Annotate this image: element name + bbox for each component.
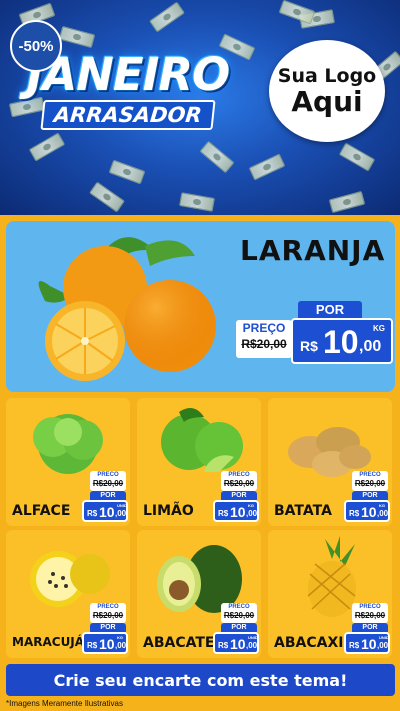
price-box: R$ 10,00 UNID — [213, 632, 259, 654]
logo-placeholder: Sua Logo Aqui — [269, 40, 385, 142]
header-banner: JANEIRO ARRASADOR Sua Logo Aqui — [0, 0, 400, 215]
preco-label: PRECO — [97, 472, 119, 478]
hero-preco-label: PREÇO — [242, 321, 286, 335]
price-int: 10 — [99, 636, 115, 652]
money-bill-decoration — [89, 181, 125, 213]
product-name: MARACUJÁ — [12, 635, 85, 649]
currency: R$ — [349, 509, 360, 518]
preco-label: PRECO — [228, 472, 250, 478]
hero-price-box: R$ 10 ,00 KG — [291, 318, 393, 364]
hero-por-label: POR — [298, 301, 362, 319]
hero-price-dec: ,00 — [359, 338, 382, 355]
money-bill-decoration — [278, 0, 316, 25]
price-box: R$ 10,00 KG — [213, 500, 259, 522]
price-dec: ,00 — [246, 641, 258, 650]
price-dec: ,00 — [377, 641, 389, 650]
old-price-box: PRECO R$20,00 — [221, 603, 257, 623]
disclaimer: *Imagens Meramente Ilustrativas — [6, 699, 123, 708]
money-bill-decoration — [248, 153, 286, 181]
old-price-box: PRECO R$20,00 — [90, 603, 126, 623]
currency: R$ — [87, 641, 98, 650]
unit: UNID — [248, 635, 258, 640]
product-card: LIMÃO PRECO R$20,00 POR R$ 10,00 KG — [137, 398, 261, 526]
hero-old-price-box: PREÇO R$20,00 — [236, 320, 292, 358]
money-bill-decoration — [28, 132, 66, 162]
product-name: ABACATE — [143, 635, 215, 651]
hero-price-int: 10 — [323, 324, 359, 360]
price-int: 10 — [230, 504, 246, 520]
money-bill-decoration — [58, 25, 96, 49]
price-box: R$ 10,00 UNID — [344, 632, 390, 654]
price-box: R$ 10,00 KG — [82, 632, 128, 654]
hero-product-name: LARANJA — [240, 234, 386, 267]
hero-currency: R$ — [300, 338, 318, 354]
product-name: ABACAXI — [274, 635, 344, 651]
orange-image — [38, 237, 216, 381]
product-card: ABACATE PRECO R$20,00 POR R$ 10,00 UNID — [137, 530, 261, 658]
preco-label: PRECO — [359, 604, 381, 610]
product-name: LIMÃO — [143, 503, 194, 519]
price-box: R$ 10,00 UNID — [82, 500, 128, 522]
preco-label: PRECO — [359, 472, 381, 478]
flyer: { "header": { "title_line1": "JANEIRO", … — [0, 0, 400, 711]
old-price: R$20,00 — [354, 611, 386, 620]
unit: KG — [248, 503, 254, 508]
old-price: R$20,00 — [92, 611, 124, 620]
hero-old-price: R$20,00 — [241, 337, 287, 351]
old-price-box: PRECO R$20,00 — [90, 471, 126, 491]
currency: R$ — [218, 641, 229, 650]
old-price: R$20,00 — [223, 611, 255, 620]
por-label: POR — [352, 491, 388, 500]
old-price: R$20,00 — [223, 479, 255, 488]
price-int: 10 — [361, 504, 377, 520]
product-card: MARACUJÁ PRECO R$20,00 POR R$ 10,00 KG — [6, 530, 130, 658]
currency: R$ — [87, 509, 98, 518]
price-box: R$ 10,00 KG — [344, 500, 390, 522]
discount-badge: -50% — [10, 20, 62, 72]
old-price: R$20,00 — [92, 479, 124, 488]
unit: UNID — [379, 635, 389, 640]
money-bill-decoration — [338, 142, 376, 172]
money-bill-decoration — [328, 190, 366, 214]
price-int: 10 — [230, 636, 246, 652]
preco-label: PRECO — [228, 604, 250, 610]
money-bill-decoration — [179, 192, 215, 212]
product-card: BATATA PRECO R$20,00 POR R$ 10,00 KG — [268, 398, 392, 526]
price-dec: ,00 — [377, 509, 389, 518]
money-bill-decoration — [199, 140, 235, 174]
old-price: R$20,00 — [354, 479, 386, 488]
price-int: 10 — [99, 504, 115, 520]
old-price-box: PRECO R$20,00 — [221, 471, 257, 491]
unit: UNID — [117, 503, 127, 508]
currency: R$ — [218, 509, 229, 518]
preco-label: PRECO — [97, 604, 119, 610]
product-name: ALFACE — [12, 503, 71, 519]
currency: R$ — [349, 641, 360, 650]
title-line2: ARRASADOR — [40, 100, 216, 130]
price-dec: ,00 — [115, 641, 127, 650]
old-price-box: PRECO R$20,00 — [352, 603, 388, 623]
por-label: POR — [221, 623, 257, 632]
hero-unit: KG — [373, 324, 385, 333]
price-dec: ,00 — [246, 509, 258, 518]
unit: KG — [117, 635, 123, 640]
product-card: ALFACE PRECO R$20,00 POR R$ 10,00 UNID — [6, 398, 130, 526]
por-label: POR — [221, 491, 257, 500]
por-label: POR — [90, 623, 126, 632]
product-card: ABACAXI PRECO R$20,00 POR R$ 10,00 UNID — [268, 530, 392, 658]
price-dec: ,00 — [115, 509, 127, 518]
por-label: POR — [90, 491, 126, 500]
logo-line2: Aqui — [291, 85, 363, 118]
cta-banner[interactable]: Crie seu encarte com este tema! — [6, 664, 395, 696]
unit: KG — [379, 503, 385, 508]
logo-line1: Sua Logo — [277, 65, 377, 87]
por-label: POR — [352, 623, 388, 632]
old-price-box: PRECO R$20,00 — [352, 471, 388, 491]
money-bill-decoration — [149, 1, 185, 33]
money-bill-decoration — [108, 159, 146, 185]
price-int: 10 — [361, 636, 377, 652]
product-name: BATATA — [274, 503, 332, 519]
